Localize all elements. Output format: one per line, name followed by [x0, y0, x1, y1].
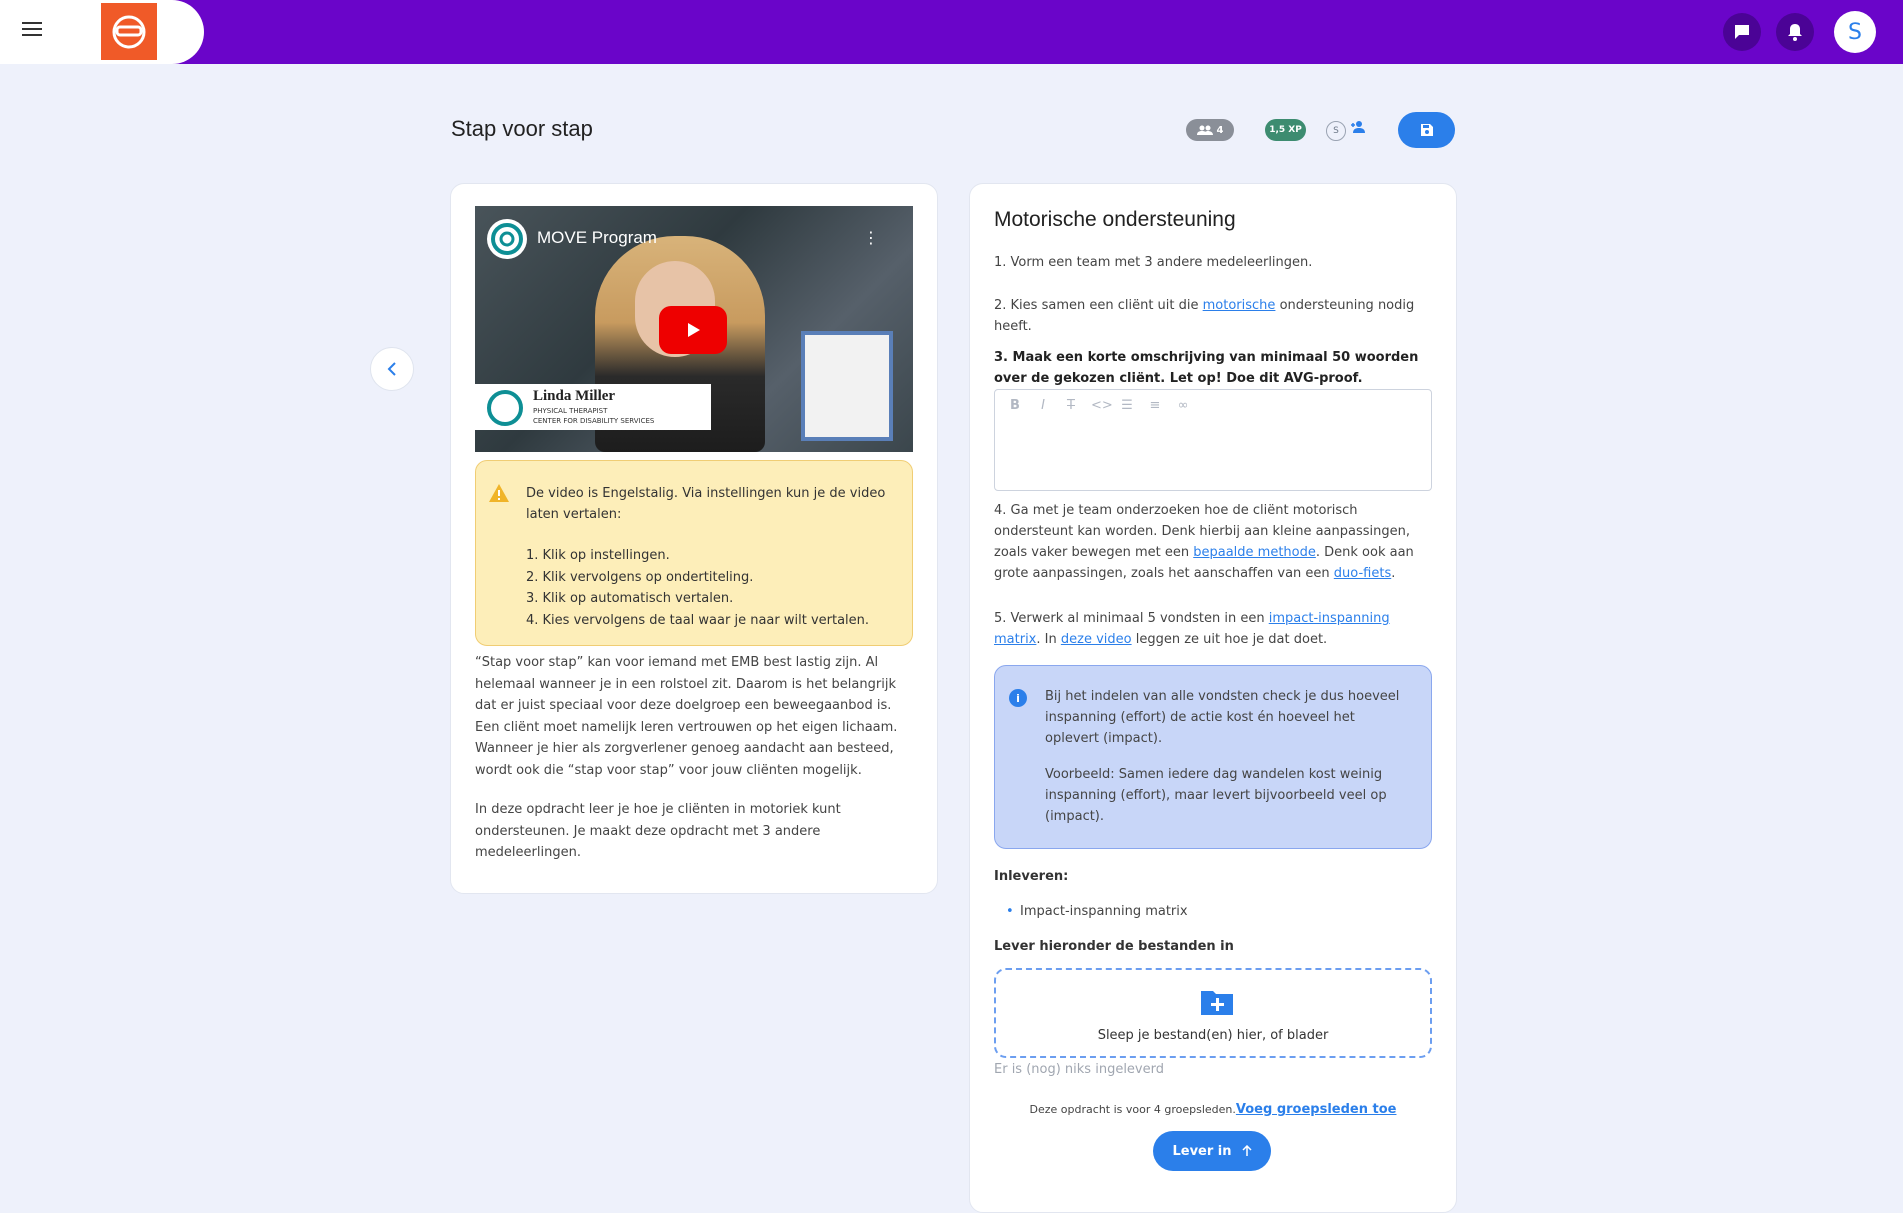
chevron-left-icon — [387, 362, 396, 376]
bold-icon[interactable]: B — [1007, 398, 1023, 413]
step-5: 5. Verwerk al minimaal 5 vondsten in een… — [994, 608, 1434, 650]
numbered-list-icon[interactable]: ≡ — [1147, 398, 1163, 413]
lower-third: Linda Miller PHYSICAL THERAPIST CENTER F… — [475, 384, 711, 430]
step-2-text: 2. Kies samen een cliënt uit die — [994, 298, 1203, 313]
assignment-title: Motorische ondersteuning — [994, 208, 1236, 231]
submit-label: Lever in — [1172, 1143, 1232, 1159]
video-link[interactable]: deze video — [1061, 632, 1132, 647]
empty-state: Er is (nog) niks ingeleverd — [994, 1062, 1164, 1077]
intro-paragraph-2: In deze opdracht leer je hoe je cliënten… — [475, 802, 841, 860]
add-group-members-link[interactable]: Voeg groepsleden toe — [1236, 1102, 1397, 1117]
bell-icon[interactable] — [1776, 13, 1814, 51]
step-1: 1. Vorm een team met 3 andere medeleerli… — [994, 255, 1313, 270]
warning-step: 1. Klik op instellingen. — [526, 548, 670, 563]
intro-paragraph: “Stap voor stap” kan voor iemand met EMB… — [475, 655, 898, 778]
chat-icon[interactable] — [1723, 13, 1761, 51]
deliver-label: Inleveren: — [994, 869, 1069, 884]
save-icon — [1420, 124, 1433, 136]
brand-area — [0, 0, 204, 64]
submit-button[interactable]: Lever in — [1153, 1131, 1271, 1171]
warning-step: 3. Klik op automatisch vertalen. — [526, 591, 734, 606]
group-note-text: Deze opdracht is voor 4 groepsleden. — [1029, 1103, 1236, 1116]
step-5-text: 5. Verwerk al minimaal 5 vondsten in een — [994, 611, 1269, 626]
step-4-text-end: . — [1391, 566, 1396, 581]
dropzone-text: Sleep je bestand(en) hier, of blader — [1097, 1028, 1329, 1043]
file-dropzone[interactable]: Sleep je bestand(en) hier, of blader — [994, 968, 1432, 1058]
italic-icon[interactable]: I — [1035, 398, 1051, 413]
step-3: 3. Maak een korte omschrijving van minim… — [994, 347, 1434, 389]
step-2: 2. Kies samen een cliënt uit die motoris… — [994, 295, 1434, 337]
step-5-text-end: leggen ze uit hoe je dat doet. — [1131, 632, 1328, 647]
save-button[interactable] — [1398, 112, 1455, 148]
presenter-role: PHYSICAL THERAPIST — [533, 407, 608, 415]
step-4: 4. Ga met je team onderzoeken hoe de cli… — [994, 500, 1434, 584]
app-logo[interactable] — [101, 3, 157, 60]
duo-fiets-link[interactable]: duo-fiets — [1334, 566, 1391, 581]
info-icon: i — [1009, 689, 1027, 707]
page-title: Stap voor stap — [451, 116, 593, 141]
strikethrough-icon[interactable]: T — [1063, 398, 1079, 413]
group-note: Deze opdracht is voor 4 groepsleden.Voeg… — [970, 1102, 1456, 1117]
upload-label: Lever hieronder de bestanden in — [994, 939, 1234, 954]
step-5-text-mid: . In — [1036, 632, 1061, 647]
motorische-link[interactable]: motorische — [1203, 298, 1276, 313]
info-example: Voorbeeld: Samen iedere dag wandelen kos… — [1045, 767, 1387, 824]
add-member-icon[interactable] — [1351, 121, 1365, 137]
bullet-list-icon[interactable]: ☰ — [1119, 398, 1135, 413]
assignment-card: Motorische ondersteuning 1. Vorm een tea… — [969, 183, 1457, 1213]
play-button[interactable] — [659, 306, 727, 354]
editor-toolbar: B I T <> ☰ ≡ ∞ — [1007, 398, 1191, 413]
video-background-board — [801, 331, 893, 441]
warning-steps: 1. Klik op instellingen. 2. Klik vervolg… — [526, 545, 869, 631]
top-bar: S — [0, 0, 1903, 64]
video-more-icon[interactable]: ⋮ — [863, 228, 879, 247]
presenter-org: CENTER FOR DISABILITY SERVICES — [533, 417, 655, 425]
folder-add-icon — [1201, 991, 1233, 1015]
warning-icon — [489, 484, 509, 502]
step-3-text: 3. Maak een korte omschrijving van minim… — [994, 350, 1419, 386]
members-count: 4 — [1216, 124, 1224, 136]
method-link[interactable]: bepaalde methode — [1193, 545, 1316, 560]
group-icon — [1196, 125, 1213, 135]
video-player[interactable]: MOVE Program ⋮ Linda Miller PHYSICAL THE… — [475, 206, 913, 452]
presenter-name: Linda Miller — [533, 388, 616, 404]
xp-badge: 1,5 XP — [1265, 119, 1306, 141]
deliver-item: Impact-inspanning matrix — [1006, 904, 1188, 919]
warning-step: 2. Klik vervolgens op ondertiteling. — [526, 569, 754, 585]
channel-logo[interactable] — [487, 219, 527, 259]
video-title[interactable]: MOVE Program — [537, 228, 657, 248]
org-logo-icon — [487, 390, 523, 426]
info-box: i Bij het indelen van alle vondsten chec… — [994, 665, 1432, 849]
members-badge[interactable]: 4 — [1186, 119, 1234, 141]
previous-button[interactable] — [370, 347, 414, 391]
code-icon[interactable]: <> — [1091, 398, 1113, 413]
description-editor[interactable]: B I T <> ☰ ≡ ∞ — [994, 389, 1432, 491]
info-text: Bij het indelen van alle vondsten check … — [1045, 689, 1400, 746]
arrow-up-icon — [1241, 1145, 1252, 1156]
member-avatar[interactable]: S — [1326, 121, 1346, 141]
play-icon — [688, 323, 700, 337]
user-avatar[interactable]: S — [1834, 11, 1876, 53]
warning-step: 4. Kies vervolgens de taal waar je naar … — [526, 612, 870, 628]
warning-text: De video is Engelstalig. Via instellinge… — [526, 486, 886, 522]
menu-icon[interactable] — [22, 22, 42, 38]
link-icon[interactable]: ∞ — [1175, 398, 1191, 413]
translation-warning: De video is Engelstalig. Via instellinge… — [475, 460, 913, 646]
intro-card: MOVE Program ⋮ Linda Miller PHYSICAL THE… — [450, 183, 938, 894]
